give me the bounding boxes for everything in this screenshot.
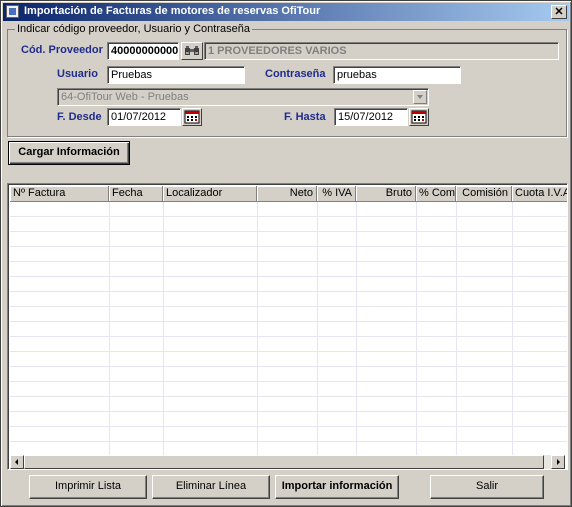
proveedor-label: Cód. Proveedor bbox=[21, 44, 103, 56]
eliminar-linea-button[interactable]: Eliminar Línea bbox=[152, 475, 270, 499]
scroll-right-button[interactable] bbox=[551, 455, 565, 469]
salir-button[interactable]: Salir bbox=[430, 475, 544, 499]
grid-column-divider bbox=[257, 202, 258, 456]
grid-body[interactable] bbox=[10, 202, 567, 456]
binoculars-icon bbox=[185, 46, 199, 55]
scroll-left-button[interactable] bbox=[10, 455, 24, 469]
col-header-comision[interactable]: Comisión bbox=[456, 186, 512, 202]
title-bar: Importación de Facturas de motores de re… bbox=[3, 3, 569, 21]
arrow-right-icon bbox=[557, 459, 560, 465]
grid-column-divider bbox=[317, 202, 318, 456]
col-header-bruto[interactable]: Bruto bbox=[356, 186, 416, 202]
filter-group-legend: Indicar código proveedor, Usuario y Cont… bbox=[15, 23, 252, 35]
import-window: Importación de Facturas de motores de re… bbox=[0, 0, 572, 507]
col-header-nfactura[interactable]: Nº Factura bbox=[10, 186, 109, 202]
usuario-input[interactable]: Pruebas bbox=[107, 66, 245, 84]
app-icon bbox=[6, 5, 19, 18]
usuario-label: Usuario bbox=[57, 68, 98, 80]
col-header-neto[interactable]: Neto bbox=[257, 186, 317, 202]
motor-select[interactable]: 64-OfiTour Web - Pruebas bbox=[57, 88, 429, 106]
grid-column-divider bbox=[456, 202, 457, 456]
col-header-iva[interactable]: % IVA bbox=[317, 186, 356, 202]
contrasena-input[interactable]: pruebas bbox=[333, 66, 461, 84]
contrasena-label: Contraseña bbox=[265, 68, 326, 80]
motor-select-dropdown-button[interactable] bbox=[413, 90, 427, 104]
col-header-comision-pct[interactable]: % Com. bbox=[416, 186, 456, 202]
arrow-left-icon bbox=[15, 459, 18, 465]
grid-header: Nº Factura Fecha Localizador Neto % IVA … bbox=[10, 186, 567, 202]
grid-column-divider bbox=[163, 202, 164, 456]
fecha-desde-calendar-button[interactable] bbox=[182, 108, 202, 126]
search-proveedor-button[interactable] bbox=[181, 42, 203, 60]
horizontal-scrollbar[interactable] bbox=[10, 455, 565, 469]
fecha-hasta-label: F. Hasta bbox=[284, 111, 326, 123]
calendar-icon bbox=[184, 110, 200, 124]
fecha-desde-label: F. Desde bbox=[57, 111, 102, 123]
col-header-cuota-iva[interactable]: Cuota I.V.A. bbox=[512, 186, 567, 202]
col-header-localizador[interactable]: Localizador bbox=[163, 186, 257, 202]
proveedor-code-input[interactable]: 40000000000 bbox=[107, 42, 179, 60]
grid-column-divider bbox=[512, 202, 513, 456]
window-title: Importación de Facturas de motores de re… bbox=[24, 5, 321, 17]
grid-column-divider bbox=[356, 202, 357, 456]
importar-informacion-button[interactable]: Importar información bbox=[275, 475, 399, 499]
cargar-informacion-button[interactable]: Cargar Información bbox=[8, 141, 130, 165]
chevron-down-icon bbox=[417, 95, 423, 99]
close-button[interactable]: ✕ bbox=[551, 5, 567, 19]
grid-column-divider bbox=[109, 202, 110, 456]
scroll-thumb[interactable] bbox=[24, 455, 544, 469]
imprimir-lista-button[interactable]: Imprimir Lista bbox=[29, 475, 147, 499]
col-header-fecha[interactable]: Fecha bbox=[109, 186, 163, 202]
calendar-icon bbox=[411, 110, 427, 124]
fecha-desde-input[interactable]: 01/07/2012 bbox=[107, 108, 181, 126]
proveedor-name-field: 1 PROVEEDORES VARIOS bbox=[204, 42, 559, 60]
fecha-hasta-calendar-button[interactable] bbox=[409, 108, 429, 126]
grid-column-divider bbox=[416, 202, 417, 456]
facturas-grid[interactable]: Nº Factura Fecha Localizador Neto % IVA … bbox=[7, 183, 568, 470]
fecha-hasta-input[interactable]: 15/07/2012 bbox=[334, 108, 408, 126]
